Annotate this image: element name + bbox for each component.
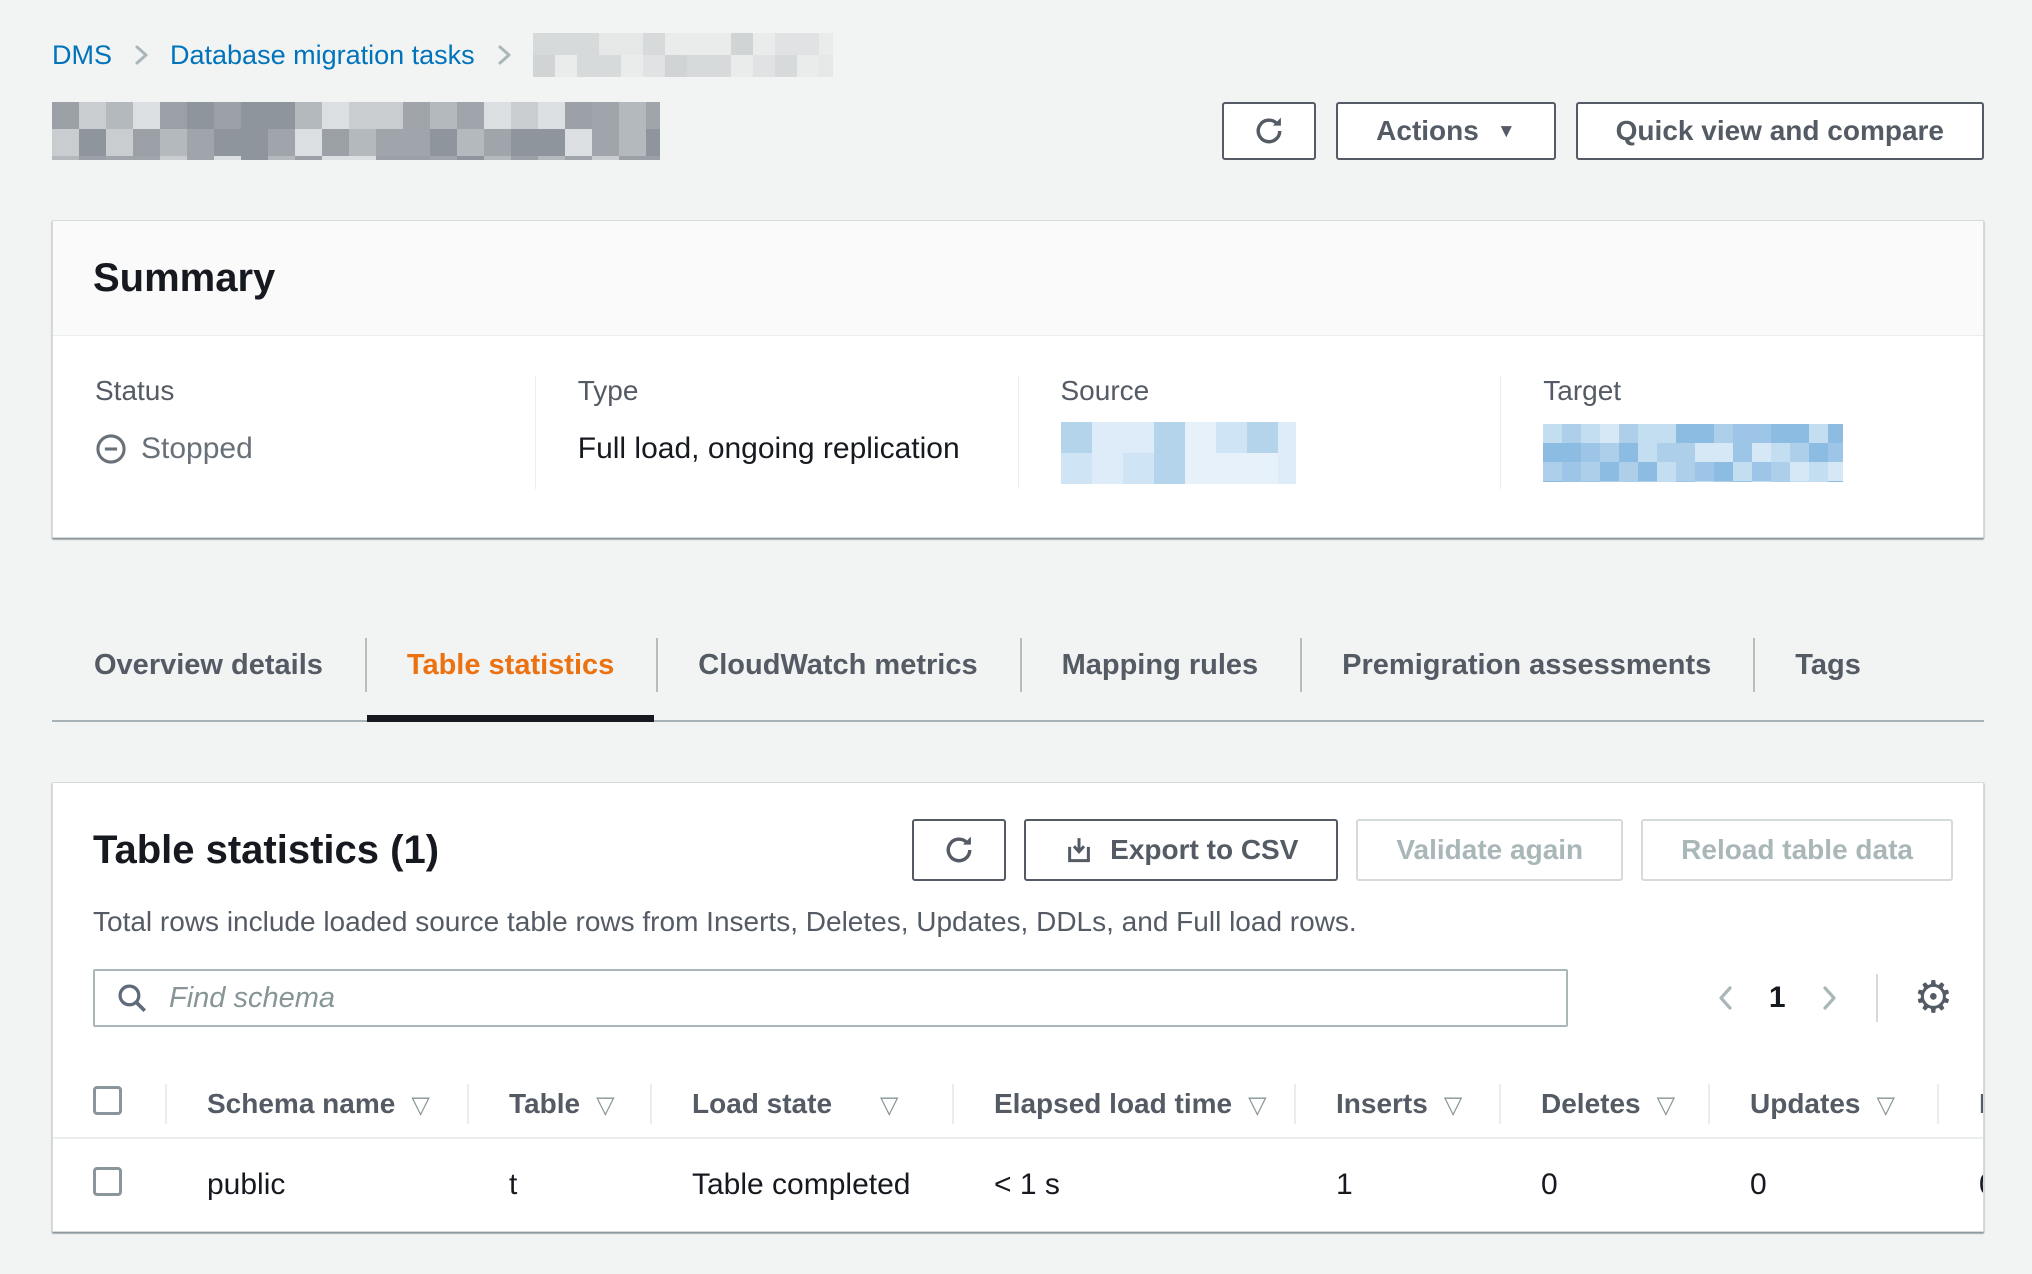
tab-overview-details[interactable]: Overview details [52, 634, 365, 696]
dms-task-page: DMS Database migration tasks Actions ▼ [0, 0, 2032, 1232]
cell-table: t [467, 1138, 650, 1231]
refresh-icon [1252, 114, 1286, 148]
table-refresh-button[interactable] [912, 819, 1006, 881]
redacted-target-endpoint-link[interactable] [1543, 424, 1843, 482]
task-detail-tabs: Overview details Table statistics CloudW… [52, 634, 1984, 722]
schema-search [93, 969, 1568, 1027]
refresh-icon [942, 833, 976, 867]
actions-button[interactable]: Actions ▼ [1336, 102, 1556, 160]
chevron-right-icon [493, 40, 515, 70]
reload-table-data-button[interactable]: Reload table data [1641, 819, 1953, 881]
summary-field-source: Source [1018, 376, 1501, 489]
cell-load-state: Table completed [650, 1138, 952, 1231]
cell-updates: 0 [1708, 1138, 1937, 1231]
page-header-actions: Actions ▼ Quick view and compare [1222, 102, 1984, 160]
chevron-left-icon [1715, 981, 1737, 1015]
actions-button-label: Actions [1376, 115, 1479, 147]
sort-icon[interactable]: ▽ [411, 1091, 429, 1119]
table-controls: 1 ⚙ [53, 939, 1983, 1027]
sort-icon[interactable]: ▽ [596, 1091, 614, 1119]
sort-icon[interactable]: ▽ [1657, 1091, 1675, 1119]
column-header-elapsed-load-time: Elapsed load time [994, 1088, 1232, 1119]
sort-icon[interactable]: ▽ [1876, 1091, 1894, 1119]
cell-schema-name: public [165, 1138, 467, 1231]
pagination-divider [1876, 974, 1878, 1022]
sort-icon[interactable]: ▽ [1248, 1091, 1266, 1119]
row-checkbox[interactable] [93, 1167, 122, 1196]
search-icon [115, 981, 149, 1020]
cell-ddls: 0 [1937, 1138, 1984, 1231]
find-schema-input[interactable] [93, 969, 1568, 1027]
quick-view-and-compare-button[interactable]: Quick view and compare [1576, 102, 1984, 160]
validate-again-label: Validate again [1396, 834, 1583, 866]
reload-table-data-label: Reload table data [1681, 834, 1913, 866]
pagination: 1 ⚙ [1715, 974, 1953, 1022]
chevron-right-icon [130, 40, 152, 70]
column-header-schema-name: Schema name [207, 1088, 395, 1119]
table-header-row: Schema name ▽ Table ▽ Load state ▽ Elapsed … [53, 1071, 1984, 1138]
table-statistics-description: Total rows include loaded source table r… [53, 881, 1983, 939]
column-header-deletes: Deletes [1541, 1088, 1641, 1119]
tab-table-statistics[interactable]: Table statistics [365, 634, 656, 696]
tab-premigration-assessments[interactable]: Premigration assessments [1300, 634, 1753, 696]
table-statistics-actions: Export to CSV Validate again Reload tabl… [912, 819, 1953, 881]
redacted-page-title [52, 102, 660, 160]
export-to-csv-button[interactable]: Export to CSV [1024, 819, 1338, 881]
target-label: Target [1543, 376, 1941, 406]
page-header: Actions ▼ Quick view and compare [52, 102, 1984, 160]
caret-down-icon: ▼ [1497, 121, 1516, 143]
current-page-number[interactable]: 1 [1769, 981, 1786, 1015]
table-row: public t Table completed < 1 s 1 0 0 0 [53, 1138, 1984, 1231]
status-value: Stopped [95, 432, 493, 466]
cell-deletes: 0 [1499, 1138, 1708, 1231]
table-statistics-title: Table statistics (1) [93, 824, 439, 876]
download-icon [1064, 835, 1094, 865]
summary-field-target: Target [1500, 376, 1983, 489]
settings-gear-icon[interactable]: ⚙ [1914, 976, 1953, 1020]
column-header-updates: Updates [1750, 1088, 1860, 1119]
previous-page-button[interactable] [1715, 981, 1737, 1015]
type-value: Full load, ongoing replication [578, 432, 976, 466]
cell-elapsed-load-time: < 1 s [952, 1138, 1294, 1231]
tab-mapping-rules[interactable]: Mapping rules [1020, 634, 1301, 696]
export-to-csv-label: Export to CSV [1110, 834, 1298, 866]
stopped-status-icon [95, 433, 127, 465]
redacted-source-endpoint-link[interactable] [1061, 422, 1296, 484]
table-statistics-header: Table statistics (1) [53, 783, 1983, 881]
table-statistics-table: Schema name ▽ Table ▽ Load state ▽ Elapsed … [53, 1071, 1984, 1231]
cell-inserts: 1 [1294, 1138, 1499, 1231]
summary-field-type: Type Full load, ongoing replication [535, 376, 1018, 489]
sort-icon[interactable]: ▽ [880, 1091, 898, 1119]
refresh-button[interactable] [1222, 102, 1316, 160]
quick-view-button-label: Quick view and compare [1616, 115, 1944, 147]
select-all-checkbox[interactable] [93, 1086, 122, 1115]
breadcrumb-link-dms[interactable]: DMS [52, 40, 112, 71]
tab-cloudwatch-metrics[interactable]: CloudWatch metrics [656, 634, 1019, 696]
status-label: Status [95, 376, 493, 406]
column-header-inserts: Inserts [1336, 1088, 1428, 1119]
type-label: Type [578, 376, 976, 406]
summary-field-status: Status Stopped [53, 376, 535, 489]
validate-again-button[interactable]: Validate again [1356, 819, 1623, 881]
summary-card: Summary Status Stopped Type Full load, o… [52, 220, 1984, 538]
redacted-task-name [533, 33, 833, 77]
column-header-ddls: DDLs [1979, 1088, 1984, 1119]
column-header-table: Table [509, 1088, 580, 1119]
breadcrumb: DMS Database migration tasks [52, 30, 1984, 80]
table-statistics-card: Table statistics (1) [52, 782, 1984, 1232]
next-page-button[interactable] [1818, 981, 1840, 1015]
status-text: Stopped [141, 432, 253, 466]
sort-icon[interactable]: ▽ [1444, 1091, 1462, 1119]
column-header-load-state: Load state [692, 1088, 832, 1119]
summary-body: Status Stopped Type Full load, ongoing r… [53, 336, 1983, 537]
source-label: Source [1061, 376, 1459, 406]
tab-tags[interactable]: Tags [1753, 634, 1903, 696]
chevron-right-icon [1818, 981, 1840, 1015]
summary-title: Summary [93, 255, 1943, 301]
breadcrumb-link-tasks[interactable]: Database migration tasks [170, 40, 475, 71]
summary-card-header: Summary [53, 221, 1983, 336]
